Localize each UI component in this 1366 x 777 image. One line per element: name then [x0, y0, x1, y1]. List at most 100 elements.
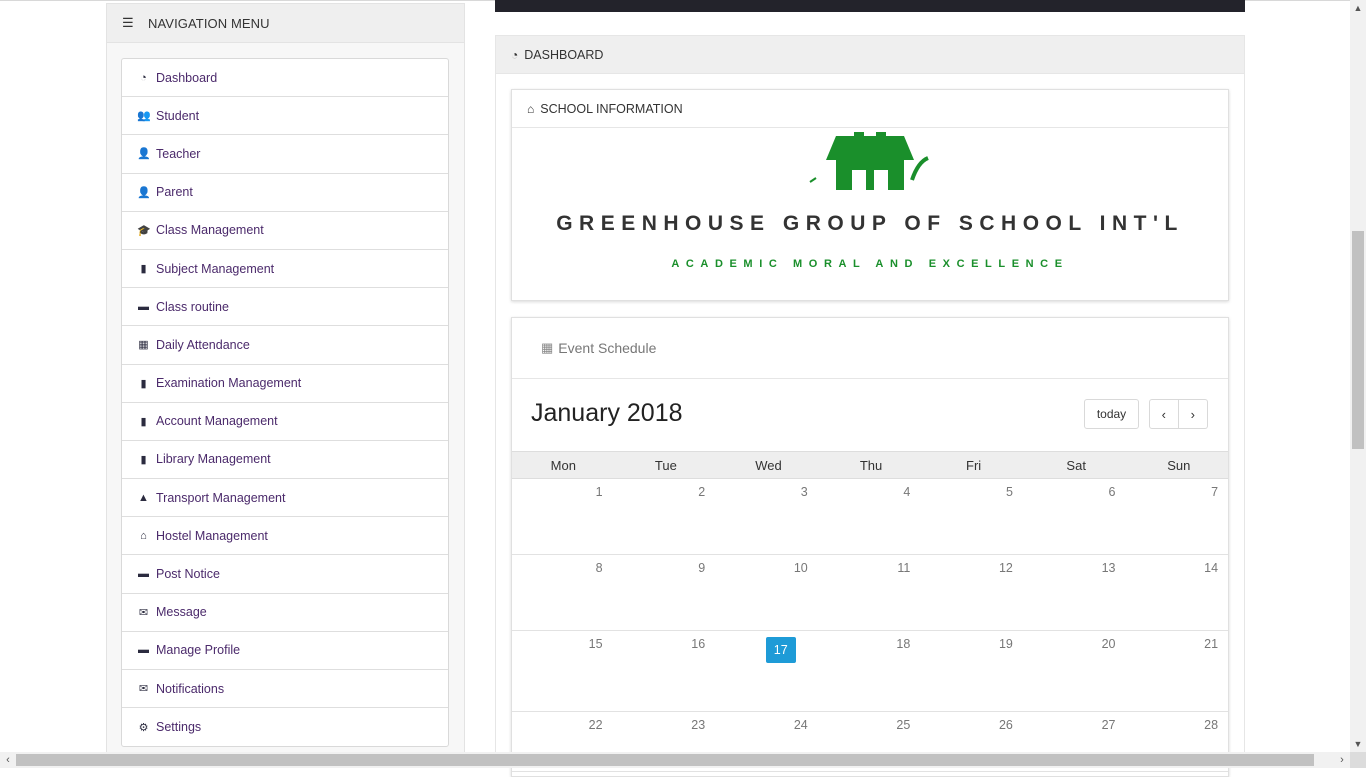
book-icon: ▮: [140, 263, 147, 276]
scroll-down-arrow-icon[interactable]: ▼: [1350, 736, 1366, 752]
calendar-day-cell[interactable]: 20: [1025, 631, 1128, 711]
day-of-week-header: Tue: [654, 458, 677, 473]
sidebar-item-label: Dashboard: [156, 70, 218, 85]
calendar-icon: ▦: [541, 340, 554, 355]
calendar-day-cell[interactable]: 12: [922, 555, 1025, 630]
sidebar-item-label: Transport Management: [156, 490, 286, 505]
home-icon: ⌂: [527, 101, 535, 116]
prev-month-button[interactable]: ‹: [1149, 399, 1179, 429]
calendar-day-cell[interactable]: 5: [922, 479, 1025, 554]
sidebar-item-label: Notifications: [156, 681, 225, 696]
sidebar-item-label: Manage Profile: [156, 643, 241, 658]
school-info-title: SCHOOL INFORMATION: [540, 101, 683, 116]
calendar-day-number: 28: [1204, 718, 1219, 732]
dashboard-icon: ◔: [511, 47, 519, 62]
envelope-icon: ✉: [138, 683, 149, 696]
horizontal-scroll-thumb[interactable]: [16, 754, 1314, 766]
sidebar-item-teacher[interactable]: 👤 Teacher: [122, 135, 448, 174]
scroll-left-arrow-icon[interactable]: ‹: [0, 752, 16, 768]
sidebar-item-daily-attendance[interactable]: ▦ Daily Attendance: [122, 326, 448, 365]
scroll-right-arrow-icon[interactable]: ›: [1334, 752, 1350, 768]
calendar-day-cell[interactable]: 13: [1025, 555, 1128, 630]
school-name: GREENHOUSE GROUP OF SCHOOL INT'L: [556, 212, 1184, 235]
dashboard-header: ◔ DASHBOARD: [496, 36, 1244, 74]
sidebar-item-label: Parent: [156, 185, 193, 200]
calendar-day-cell[interactable]: 14: [1127, 555, 1228, 630]
calendar-day-cell[interactable]: 16: [615, 631, 718, 711]
sidebar-item-library-management[interactable]: ▮ Library Management: [122, 441, 448, 480]
sidebar-item-class-routine[interactable]: ▬ Class routine: [122, 288, 448, 327]
sidebar-item-label: Account Management: [156, 414, 278, 429]
sidebar-item-manage-profile[interactable]: ▬ Manage Profile: [122, 632, 448, 670]
sidebar-item-label: Student: [156, 108, 200, 123]
gear-icon: ⚙: [138, 721, 149, 734]
sidebar-item-notifications[interactable]: ✉ Notifications: [122, 670, 448, 709]
bar-chart-icon: ▮: [140, 415, 147, 428]
calendar-day-cell[interactable]: 10: [717, 555, 820, 630]
sidebar-item-settings[interactable]: ⚙ Settings: [122, 708, 448, 746]
calendar-day-number: 4: [903, 485, 911, 499]
calendar-day-number: 8: [595, 561, 603, 575]
today-date-badge: 17: [765, 637, 796, 663]
sidebar-item-post-notice[interactable]: ▬ Post Notice: [122, 555, 448, 594]
horizontal-scrollbar[interactable]: ‹ ›: [0, 752, 1350, 768]
calendar-day-cell[interactable]: 9: [615, 555, 718, 630]
calendar-day-cell[interactable]: 18: [820, 631, 923, 711]
user-icon: 👤: [137, 186, 151, 199]
next-month-button[interactable]: ›: [1178, 399, 1208, 429]
calendar-day-cell[interactable]: 19: [922, 631, 1025, 711]
sidebar-item-label: Settings: [156, 720, 202, 735]
school-info-card: ⌂ SCHOOL INFORMATION GREENHOUSE GROUP OF…: [511, 89, 1229, 301]
calendar-day-number: 5: [1005, 485, 1013, 499]
sidebar-item-account-management[interactable]: ▮ Account Management: [122, 403, 448, 441]
sidebar-item-label: Subject Management: [156, 261, 275, 276]
school-motto: ACADEMIC MORAL AND EXCELLENCE: [671, 258, 1069, 270]
sidebar: ☰ NAVIGATION MENU ◔ Dashboard 👥 Student 👤 Tea…: [106, 3, 465, 763]
calendar-day-number: 22: [588, 718, 603, 732]
sidebar-item-dashboard[interactable]: ◔ Dashboard: [122, 59, 448, 98]
sidebar-item-student[interactable]: 👥 Student: [122, 97, 448, 136]
calendar-day-cell[interactable]: 2: [615, 479, 718, 554]
calendar-day-cell[interactable]: 6: [1025, 479, 1128, 554]
sidebar-item-transport-management[interactable]: ▲ Transport Management: [122, 479, 448, 518]
calendar-day-cell[interactable]: 21: [1127, 631, 1228, 711]
calendar-day-cell[interactable]: 3: [717, 479, 820, 554]
dashboard-panel: ◔ DASHBOARD ⌂ SCHOOL INFORMATION GREENHO…: [495, 35, 1245, 777]
vertical-scroll-thumb[interactable]: [1352, 231, 1364, 449]
calendar-day-cell[interactable]: 4: [820, 479, 923, 554]
vertical-scrollbar[interactable]: ▲ ▼: [1350, 0, 1366, 752]
sidebar-item-label: Library Management: [156, 452, 271, 467]
calendar-day-cell[interactable]: 7: [1127, 479, 1228, 554]
calendar-day-cell[interactable]: 11: [820, 555, 923, 630]
sidebar-item-message[interactable]: ✉ Message: [122, 594, 448, 632]
calendar-day-number: 26: [998, 718, 1013, 732]
sidebar-item-examination-management[interactable]: ▮ Examination Management: [122, 365, 448, 403]
sidebar-item-label: Message: [156, 605, 207, 620]
calendar-day-number: 1: [595, 485, 603, 499]
calendar-icon: ▦: [138, 339, 149, 352]
sidebar-item-label: Post Notice: [156, 567, 220, 582]
calendar-week-row: 1 2 3 4 5 6 7: [512, 479, 1228, 555]
event-schedule-header: ▦ Event Schedule: [512, 318, 1228, 379]
calendar-day-number: 19: [998, 637, 1013, 651]
calendar-day-number: 2: [698, 485, 706, 499]
today-button[interactable]: today: [1084, 399, 1139, 429]
sidebar-item-class-management[interactable]: 🎓 Class Management: [122, 212, 448, 250]
calendar-day-cell[interactable]: 8: [512, 555, 615, 630]
sidebar-item-hostel-management[interactable]: ⌂ Hostel Management: [122, 517, 448, 556]
calendar-grid: Mon Tue Wed Thu Fri Sat Sun 1 2 3 4 5 6 7 8 9 10 11 12 13 1…: [512, 451, 1228, 772]
calendar-month-title: January 2018: [531, 399, 683, 427]
calendar-day-cell[interactable]: 15: [512, 631, 615, 711]
sidebar-item-label: Teacher: [156, 146, 201, 161]
calendar-day-cell[interactable]: 17: [717, 631, 820, 711]
day-of-week-header: Sun: [1167, 458, 1191, 473]
calendar-day-number: 24: [793, 718, 808, 732]
calendar-day-cell[interactable]: 1: [512, 479, 615, 554]
sidebar-item-subject-management[interactable]: ▮ Subject Management: [122, 250, 448, 289]
sidebar-item-parent[interactable]: 👤 Parent: [122, 174, 448, 212]
board-icon: ▬: [138, 568, 149, 581]
school-logo: [809, 132, 929, 190]
calendar-day-number: 16: [691, 637, 706, 651]
book-icon: ▮: [140, 453, 147, 466]
scroll-up-arrow-icon[interactable]: ▲: [1350, 0, 1366, 16]
